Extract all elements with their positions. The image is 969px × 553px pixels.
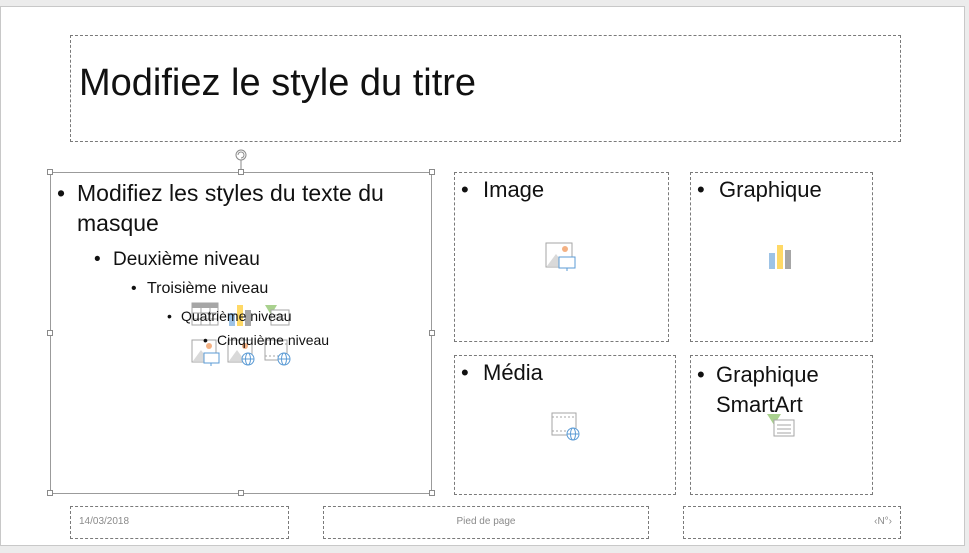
media-label-text: Média xyxy=(483,360,543,385)
footer-text: Pied de page xyxy=(456,516,516,527)
resize-handle-s[interactable] xyxy=(238,490,244,496)
level-1-line-1: Modifiez les styles du texte du xyxy=(77,180,384,206)
resize-handle-ne[interactable] xyxy=(429,169,435,175)
chart-icon[interactable] xyxy=(767,241,795,271)
slide-number: ‹N°› xyxy=(874,516,892,527)
bullet-dot: • xyxy=(131,280,137,297)
level-4-text: Quatrième niveau xyxy=(181,308,292,324)
resize-handle-nw[interactable] xyxy=(47,169,53,175)
video-icon[interactable] xyxy=(550,411,584,443)
bullet-dot: • xyxy=(203,332,208,348)
slide-number-placeholder[interactable]: ‹N°› xyxy=(683,506,901,539)
bullet-level-4: • Quatrième niveau xyxy=(167,308,292,324)
chart-placeholder[interactable]: • Graphique xyxy=(690,172,873,342)
image-label: • Image xyxy=(461,177,544,203)
footer-placeholder[interactable]: Pied de page xyxy=(323,506,649,539)
media-placeholder[interactable]: • Média xyxy=(454,355,676,495)
bullet-dot: • xyxy=(697,362,705,387)
bullet-dot: • xyxy=(697,177,705,202)
chart-label: • Graphique xyxy=(697,177,822,203)
bullet-dot: • xyxy=(167,308,172,324)
bullet-level-2: • Deuxième niveau xyxy=(94,249,260,271)
title-placeholder[interactable]: Modifiez le style du titre xyxy=(70,35,901,142)
bullet-dot: • xyxy=(461,177,469,202)
date-placeholder[interactable]: 14/03/2018 xyxy=(70,506,289,539)
bullet-dot: • xyxy=(57,180,66,206)
level-5-text: Cinquième niveau xyxy=(217,332,330,348)
resize-handle-e[interactable] xyxy=(429,330,435,336)
bullet-dot: • xyxy=(461,360,469,385)
chart-label-text: Graphique xyxy=(719,177,822,202)
bullet-level-5: • Cinquième niveau xyxy=(203,332,329,348)
resize-handle-n[interactable] xyxy=(238,169,244,175)
slide-canvas[interactable]: Modifiez le style du titre • Modifiez le… xyxy=(0,6,965,546)
image-icon[interactable] xyxy=(545,241,579,273)
media-label: • Média xyxy=(461,360,543,386)
resize-handle-w[interactable] xyxy=(47,330,53,336)
level-1-line-2: masque xyxy=(77,210,159,236)
level-3-text: Troisième niveau xyxy=(147,280,269,297)
bullet-level-3: • Troisième niveau xyxy=(131,280,268,298)
resize-handle-se[interactable] xyxy=(429,490,435,496)
smartart-placeholder[interactable]: • Graphique SmartArt xyxy=(690,355,873,495)
content-placeholder[interactable]: • Modifiez les styles du texte du masque… xyxy=(50,172,432,494)
smartart-label-line-1: Graphique xyxy=(716,362,819,387)
title-text: Modifiez le style du titre xyxy=(79,62,477,104)
footer-date: 14/03/2018 xyxy=(79,516,130,527)
image-label-text: Image xyxy=(483,177,545,202)
resize-handle-sw[interactable] xyxy=(47,490,53,496)
smartart-icon[interactable] xyxy=(765,410,799,440)
image-placeholder[interactable]: • Image xyxy=(454,172,669,342)
bullet-dot: • xyxy=(94,249,101,270)
level-2-text: Deuxième niveau xyxy=(113,249,260,270)
